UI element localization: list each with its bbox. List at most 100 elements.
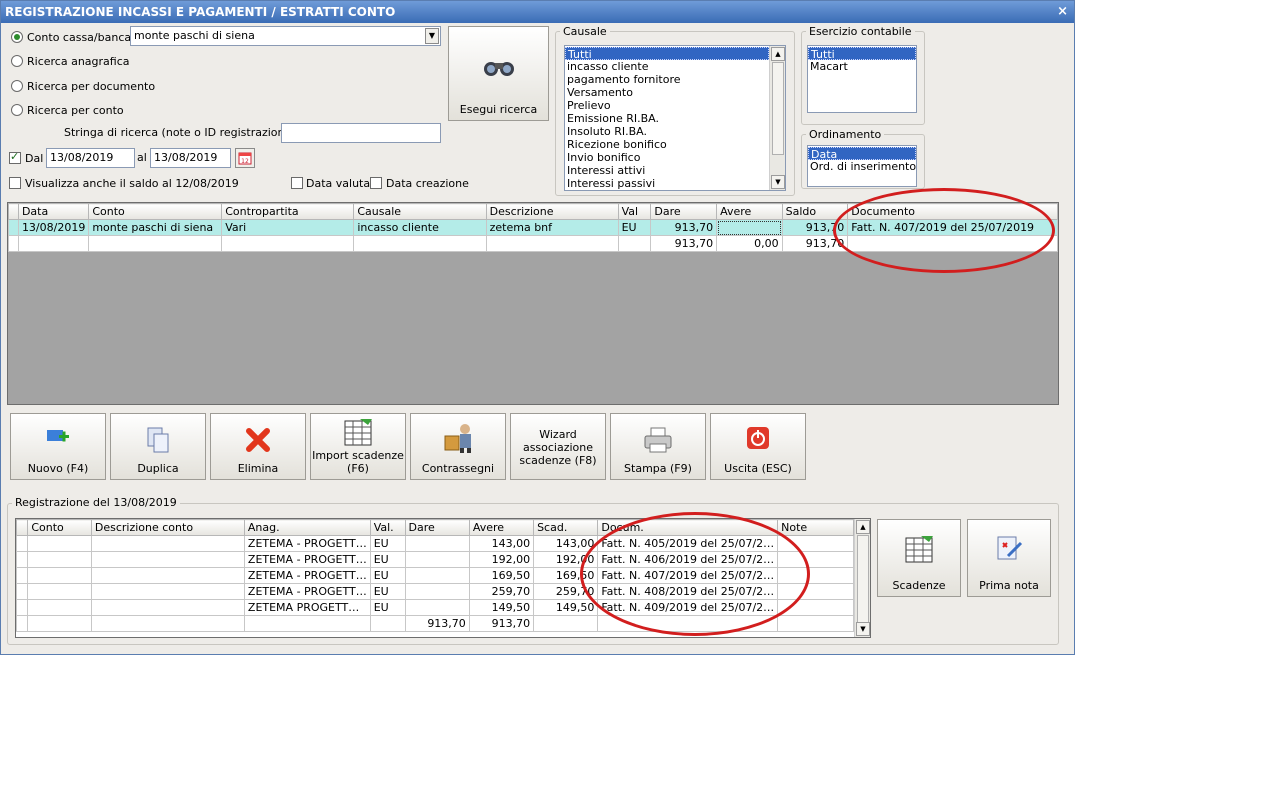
uscita-button[interactable]: Uscita (ESC)	[710, 413, 806, 480]
causale-item[interactable]: Ricezione bonifico	[565, 138, 769, 151]
table-row[interactable]: ZETEMA - PROGETT… EU 143,00 143,00 Fatt. N. …	[15, 535, 854, 552]
column-header[interactable]: Dare	[404, 519, 470, 536]
detail-scrollbar[interactable]: ▲ ▼	[854, 519, 870, 637]
cell	[404, 551, 470, 568]
scroll-down-icon[interactable]: ▼	[856, 622, 870, 636]
chevron-down-icon[interactable]: ▼	[425, 28, 439, 44]
column-header[interactable]: Val	[617, 203, 652, 220]
column-header[interactable]: Contropartita	[221, 203, 355, 220]
column-header[interactable]: Causale	[353, 203, 487, 220]
radio-ricerca-anagrafica[interactable]	[11, 55, 23, 67]
wizard-button[interactable]: Wizard associazione scadenze (F8)	[510, 413, 606, 480]
nuovo-button[interactable]: Nuovo (F4)	[10, 413, 106, 480]
scroll-down-icon[interactable]: ▼	[771, 175, 785, 189]
cell: ZETEMA - PROGETT…	[243, 551, 371, 568]
cell	[27, 567, 92, 584]
causale-item[interactable]: Emissione RI.BA.	[565, 112, 769, 125]
column-header[interactable]: Scad.	[533, 519, 599, 536]
column-header[interactable]: Avere	[468, 519, 535, 536]
causale-item[interactable]: Insoluto RI.BA.	[565, 125, 769, 138]
table-row[interactable]: ZETEMA PROGETT… EU 149,50 149,50 Fatt. N. 40…	[15, 599, 854, 616]
causale-item[interactable]: Interessi passivi	[565, 177, 769, 190]
ordinamento-item[interactable]: Ord. di inserimento	[808, 160, 916, 173]
ordinamento-item[interactable]: Data	[808, 147, 916, 161]
causale-item[interactable]: Versamento	[565, 86, 769, 99]
esegui-ricerca-button[interactable]: Esegui ricerca	[448, 26, 549, 121]
data-creazione-checkbox[interactable]	[370, 177, 382, 189]
import-scadenze-button[interactable]: Import scadenze (F6)	[310, 413, 406, 480]
column-header[interactable]: Descrizione	[485, 203, 619, 220]
cell	[90, 567, 245, 584]
cell	[27, 583, 92, 600]
dal-date-input[interactable]: 13/08/2019	[46, 148, 135, 168]
cell: 913,70	[468, 615, 535, 632]
cell	[847, 235, 1058, 252]
causale-item[interactable]: Interessi attivi	[565, 164, 769, 177]
movimenti-header-row[interactable]: Data Conto Contropartita Causale Descrizione…	[8, 203, 1058, 220]
scroll-thumb[interactable]	[857, 535, 869, 623]
detail-table: Conto Descrizione conto Anag. Val. Dare Avere…	[15, 519, 854, 632]
column-header[interactable]: Documento	[847, 203, 1058, 220]
cell: ZETEMA - PROGETT…	[243, 567, 371, 584]
cell: Fatt. N. 409/2019 del 25/07/2…	[597, 599, 779, 616]
column-header[interactable]: Data	[17, 203, 90, 220]
saldo-label: Visualizza anche il saldo al 12/08/2019	[25, 177, 239, 190]
causale-item[interactable]: incasso cliente	[565, 60, 769, 73]
esercizio-item[interactable]: Macart	[808, 60, 916, 73]
al-date-input[interactable]: 13/08/2019	[150, 148, 231, 168]
cell: 13/08/2019	[17, 219, 90, 236]
dal-checkbox[interactable]	[9, 150, 21, 164]
totals-row[interactable]: 913,70 913,70	[15, 615, 854, 632]
causale-item[interactable]: Prelievo	[565, 99, 769, 112]
column-header[interactable]: Avere	[716, 203, 783, 220]
radio-conto-cassa[interactable]	[11, 31, 23, 43]
column-header[interactable]: Conto	[88, 203, 223, 220]
column-header[interactable]: Dare	[650, 203, 718, 220]
saldo-checkbox[interactable]	[9, 177, 21, 189]
scroll-thumb[interactable]	[772, 62, 784, 155]
detail-header-row[interactable]: Conto Descrizione conto Anag. Val. Dare Avere…	[15, 519, 854, 536]
radio-ricerca-documento[interactable]	[11, 80, 23, 92]
conto-select[interactable]: monte paschi di siena ▼	[130, 26, 441, 46]
column-header[interactable]: Anag.	[243, 519, 371, 536]
close-icon[interactable]: ×	[1057, 1, 1068, 23]
prima-nota-button[interactable]: Prima nota	[967, 519, 1051, 597]
totals-row[interactable]: 913,70 0,00 913,70	[8, 235, 1058, 252]
esercizio-item[interactable]: Tutti	[808, 47, 916, 61]
column-header[interactable]: Descrizione conto	[90, 519, 245, 536]
contrassegni-button[interactable]: Contrassegni	[410, 413, 506, 480]
table-row[interactable]: ZETEMA - PROGETT… EU 192,00 192,00 Fatt. N. …	[15, 551, 854, 568]
scadenze-button[interactable]: Scadenze	[877, 519, 961, 597]
cell	[777, 599, 854, 616]
duplica-button[interactable]: Duplica	[110, 413, 206, 480]
esercizio-listbox[interactable]: Tutti Macart	[807, 45, 917, 113]
table-row[interactable]: ZETEMA - PROGETT… EU 259,70 259,70 Fatt. N. …	[15, 583, 854, 600]
column-header[interactable]: Docum.	[597, 519, 779, 536]
radio-conto-cassa-label: Conto cassa/banca	[27, 31, 132, 44]
causale-listbox[interactable]: Tutti incasso cliente pagamento fornitore V…	[564, 45, 786, 191]
causale-item[interactable]: Invio bonifico	[565, 151, 769, 164]
scroll-up-icon[interactable]: ▲	[856, 520, 870, 534]
calendar-icon[interactable]: 12	[235, 148, 255, 168]
radio-ricerca-conto[interactable]	[11, 104, 23, 116]
scroll-up-icon[interactable]: ▲	[771, 47, 785, 61]
elimina-button[interactable]: Elimina	[210, 413, 306, 480]
table-row[interactable]: 13/08/2019 monte paschi di siena Vari incas…	[8, 219, 1058, 236]
table-row[interactable]: ZETEMA - PROGETT… EU 169,50 169,50 Fatt. N. …	[15, 567, 854, 584]
column-header[interactable]: Note	[777, 519, 854, 536]
ordinamento-listbox[interactable]: Data Ord. di inserimento	[807, 145, 917, 187]
causale-scrollbar[interactable]: ▲ ▼	[769, 46, 785, 190]
cell: Fatt. N. 407/2019 del 25/07/2019	[847, 219, 1058, 236]
prima-nota-label: Prima nota	[979, 579, 1039, 592]
column-header[interactable]: Conto	[27, 519, 92, 536]
stampa-button[interactable]: Stampa (F9)	[610, 413, 706, 480]
data-valuta-checkbox[interactable]	[291, 177, 303, 189]
cell	[777, 615, 854, 632]
cell: 149,50	[468, 599, 535, 616]
registrazione-title: Registrazione del 13/08/2019	[12, 496, 180, 509]
stringa-ricerca-input[interactable]	[281, 123, 441, 143]
causale-item[interactable]: Tutti	[565, 47, 769, 61]
column-header[interactable]: Saldo	[781, 203, 849, 220]
causale-item[interactable]: pagamento fornitore	[565, 73, 769, 86]
column-header[interactable]: Val.	[369, 519, 406, 536]
